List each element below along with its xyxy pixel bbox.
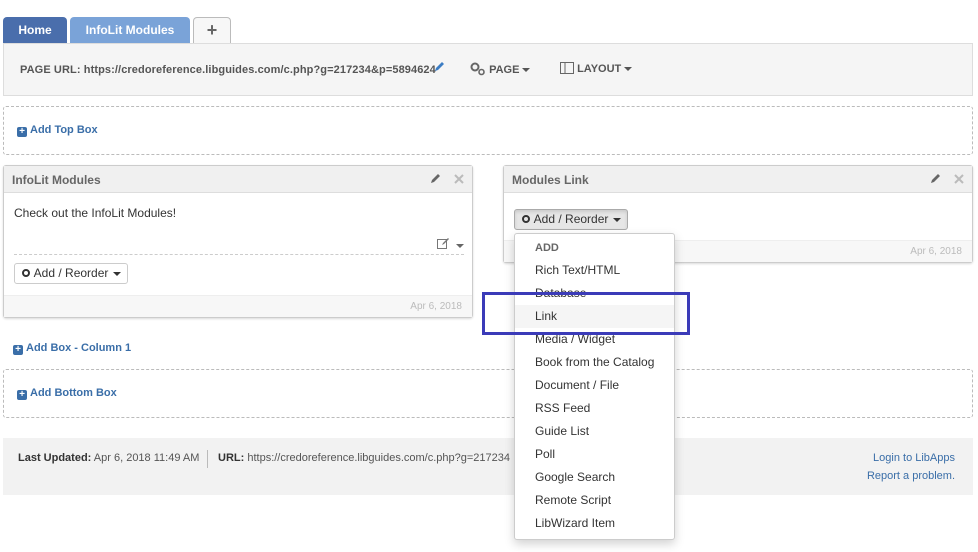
box-date: Apr 6, 2018 (910, 246, 962, 257)
tab-infolit-modules[interactable]: InfoLit Modules (70, 17, 190, 44)
plus-icon: + (13, 345, 23, 355)
infolit-modules-box: InfoLit Modules Check out the InfoLit Mo… (3, 165, 473, 318)
add-top-box-label: Add Top Box (30, 124, 98, 136)
footer-url-value: https://credoreference.libguides.com/c.p… (247, 452, 510, 464)
page-menu-label: PAGE (489, 64, 520, 76)
gear-icon (521, 212, 534, 226)
add-box-column-1-link[interactable]: + Add Box - Column 1 (13, 342, 131, 355)
box-content-text: Check out the InfoLit Modules! (14, 206, 177, 220)
menu-item-document-file[interactable]: Document / File (515, 374, 674, 397)
gear-icon (21, 266, 34, 280)
layout-menu-button[interactable]: LAYOUT (560, 62, 633, 75)
edit-content-button[interactable] (436, 237, 464, 252)
dropdown-header: ADD (535, 242, 559, 254)
last-updated: Last Updated: Apr 6, 2018 11:49 AM (18, 452, 199, 464)
box-header: Modules Link (504, 166, 972, 193)
add-reorder-label: Add / Reorder (533, 212, 609, 226)
pencil-icon[interactable] (430, 171, 446, 187)
edit-icon (436, 238, 453, 252)
close-icon[interactable] (454, 171, 464, 187)
highlight-box (482, 292, 690, 335)
page-footer: Last Updated: Apr 6, 2018 11:49 AM URL: … (3, 438, 973, 495)
page-url-label: PAGE URL: (20, 64, 81, 76)
add-reorder-button[interactable]: Add / Reorder (14, 263, 129, 284)
tab-home[interactable]: Home (3, 17, 67, 44)
layout-icon (560, 62, 577, 75)
plus-icon: + (17, 127, 27, 137)
login-libapps-link[interactable]: Login to LibApps (873, 452, 955, 464)
add-box-column-label: Add Box - Column 1 (26, 342, 132, 354)
add-bottom-box-link[interactable]: + Add Bottom Box (17, 387, 117, 400)
close-icon[interactable] (954, 171, 964, 187)
add-reorder-label: Add / Reorder (33, 266, 109, 280)
last-updated-value: Apr 6, 2018 11:49 AM (93, 452, 200, 464)
box-date: Apr 6, 2018 (410, 301, 462, 312)
add-reorder-button[interactable]: Add / Reorder (514, 209, 629, 230)
box-title: InfoLit Modules (12, 173, 101, 187)
menu-item-libwizard-item[interactable]: LibWizard Item (515, 512, 674, 535)
plus-icon: + (17, 390, 27, 400)
page-menu-button[interactable]: PAGE (470, 62, 531, 76)
pencil-icon[interactable] (434, 60, 448, 74)
footer-url: URL: https://credoreference.libguides.co… (218, 452, 510, 464)
caret-down-icon (613, 217, 622, 222)
page-url-value: https://credoreference.libguides.com/c.p… (83, 64, 436, 76)
pencil-icon[interactable] (930, 171, 946, 187)
top-box-area: + Add Top Box (3, 106, 973, 155)
last-updated-label: Last Updated: (18, 452, 92, 464)
caret-down-icon (456, 243, 464, 248)
gear-icon (470, 62, 489, 76)
caret-down-icon (113, 271, 122, 276)
report-problem-link[interactable]: Report a problem. (867, 470, 955, 482)
page-url: PAGE URL: https://credoreference.libguid… (20, 64, 436, 76)
footer-url-label: URL: (218, 452, 245, 464)
layout-menu-label: LAYOUT (577, 63, 622, 75)
content-divider (14, 254, 464, 255)
menu-item-rich-text-html[interactable]: Rich Text/HTML (515, 259, 674, 282)
menu-item-guide-list[interactable]: Guide List (515, 420, 674, 443)
menu-item-poll[interactable]: Poll (515, 443, 674, 466)
menu-item-remote-script[interactable]: Remote Script (515, 489, 674, 512)
footer-divider (207, 450, 208, 468)
add-bottom-box-label: Add Bottom Box (30, 387, 117, 399)
add-top-box-link[interactable]: + Add Top Box (17, 124, 98, 137)
box-footer: Apr 6, 2018 (4, 295, 472, 317)
add-dropdown-menu: ADD Rich Text/HTML Database Link Media /… (514, 233, 675, 540)
box-header-icons (922, 171, 964, 187)
caret-down-icon (522, 68, 531, 73)
box-title: Modules Link (512, 173, 589, 187)
menu-item-rss-feed[interactable]: RSS Feed (515, 397, 674, 420)
menu-item-book-from-catalog[interactable]: Book from the Catalog (515, 351, 674, 374)
add-tab-button[interactable]: + (193, 17, 231, 44)
box-header: InfoLit Modules (4, 166, 472, 193)
menu-item-google-search[interactable]: Google Search (515, 466, 674, 489)
box-header-icons (422, 171, 464, 187)
bottom-box-area: + Add Bottom Box (3, 369, 973, 418)
caret-down-icon (624, 67, 633, 72)
page-url-bar: PAGE URL: https://credoreference.libguid… (3, 43, 973, 96)
